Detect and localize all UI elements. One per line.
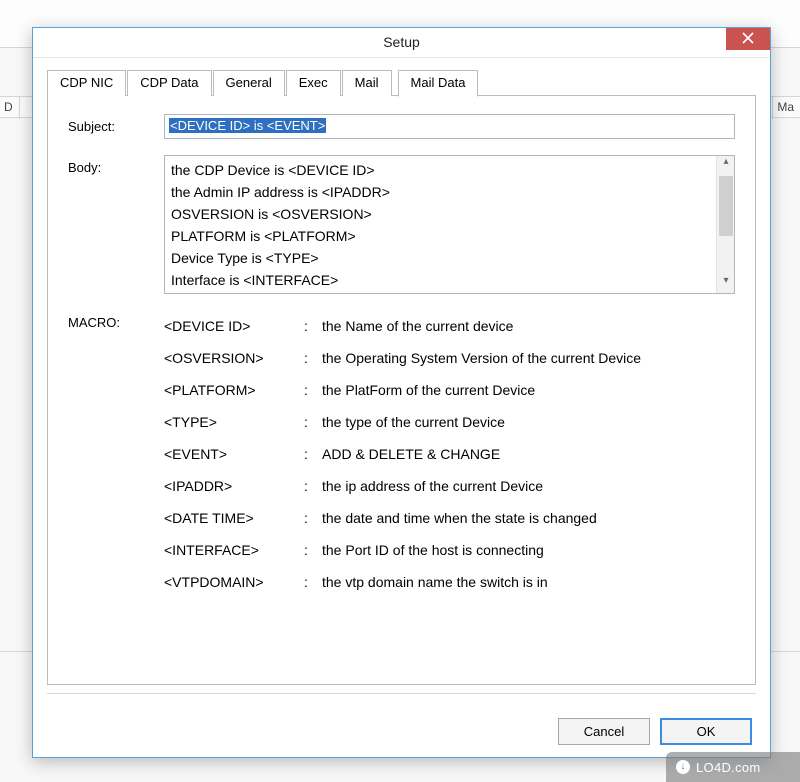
macro-desc: the Port ID of the host is connecting <box>322 534 735 566</box>
macro-item: <EVENT> : ADD & DELETE & CHANGE <box>164 438 735 470</box>
macro-colon: : <box>304 342 322 374</box>
tab-general[interactable]: General <box>213 70 285 96</box>
macro-desc: the PlatForm of the current Device <box>322 374 735 406</box>
main-header-left[interactable]: D <box>0 97 20 119</box>
macro-colon: : <box>304 502 322 534</box>
macro-key: <PLATFORM> <box>164 374 304 406</box>
main-header-right[interactable]: Ma <box>772 97 800 119</box>
macro-row: MACRO: <DEVICE ID> : the Name of the cur… <box>68 310 735 598</box>
macro-key: <OSVERSION> <box>164 342 304 374</box>
body-text: the CDP Device is <DEVICE ID> the Admin … <box>171 159 714 290</box>
macro-desc: ADD & DELETE & CHANGE <box>322 438 735 470</box>
watermark: ↓ LO4D.com <box>666 752 800 782</box>
scroll-down-arrow-icon[interactable]: ▾ <box>717 275 735 293</box>
macro-desc: the ip address of the current Device <box>322 470 735 502</box>
setup-dialog: Setup CDP NIC CDP Data General Exec Mail… <box>32 27 771 758</box>
macro-key: <VTPDOMAIN> <box>164 566 304 598</box>
macro-desc: the Name of the current device <box>322 310 735 342</box>
macro-key: <DATE TIME> <box>164 502 304 534</box>
macro-colon: : <box>304 470 322 502</box>
dialog-separator <box>47 693 756 694</box>
subject-input[interactable]: <DEVICE ID> is <EVENT> <box>164 114 735 139</box>
macro-colon: : <box>304 566 322 598</box>
macro-key: <TYPE> <box>164 406 304 438</box>
dialog-body: CDP NIC CDP Data General Exec Mail Mail … <box>33 58 770 718</box>
tabstrip: CDP NIC CDP Data General Exec Mail Mail … <box>47 70 756 96</box>
scroll-thumb[interactable] <box>719 176 733 236</box>
macro-key: <INTERFACE> <box>164 534 304 566</box>
subject-selected-text: <DEVICE ID> is <EVENT> <box>169 118 326 133</box>
macro-desc: the type of the current Device <box>322 406 735 438</box>
macro-item: <TYPE> : the type of the current Device <box>164 406 735 438</box>
tab-cdp-data[interactable]: CDP Data <box>127 70 211 96</box>
macro-table: <DEVICE ID> : the Name of the current de… <box>164 310 735 598</box>
macro-colon: : <box>304 438 322 470</box>
macro-item: <IPADDR> : the ip address of the current… <box>164 470 735 502</box>
macro-key: <EVENT> <box>164 438 304 470</box>
cancel-button[interactable]: Cancel <box>558 718 650 745</box>
macro-item: <PLATFORM> : the PlatForm of the current… <box>164 374 735 406</box>
body-scrollbar[interactable]: ▴ ▾ <box>716 156 734 293</box>
dialog-footer: Cancel OK <box>558 718 752 745</box>
macro-item: <VTPDOMAIN> : the vtp domain name the sw… <box>164 566 735 598</box>
macro-key: <IPADDR> <box>164 470 304 502</box>
tab-panel-mail-data: Subject: <DEVICE ID> is <EVENT> Body: th… <box>47 95 756 685</box>
tab-exec[interactable]: Exec <box>286 70 341 96</box>
close-icon <box>742 32 754 44</box>
subject-label: Subject: <box>68 114 164 134</box>
scroll-up-arrow-icon[interactable]: ▴ <box>717 156 735 174</box>
macro-desc: the vtp domain name the switch is in <box>322 566 735 598</box>
subject-row: Subject: <DEVICE ID> is <EVENT> <box>68 114 735 139</box>
macro-item: <DEVICE ID> : the Name of the current de… <box>164 310 735 342</box>
macro-colon: : <box>304 406 322 438</box>
body-label: Body: <box>68 155 164 175</box>
macro-item: <OSVERSION> : the Operating System Versi… <box>164 342 735 374</box>
body-row: Body: the CDP Device is <DEVICE ID> the … <box>68 155 735 294</box>
close-button[interactable] <box>726 28 770 50</box>
ok-button[interactable]: OK <box>660 718 752 745</box>
macro-item: <DATE TIME> : the date and time when the… <box>164 502 735 534</box>
watermark-icon: ↓ <box>676 760 690 774</box>
tab-mail[interactable]: Mail <box>342 70 392 96</box>
dialog-title: Setup <box>383 28 420 50</box>
tab-mail-data[interactable]: Mail Data <box>398 70 479 97</box>
macro-colon: : <box>304 534 322 566</box>
macro-desc: the date and time when the state is chan… <box>322 502 735 534</box>
tab-cdp-nic[interactable]: CDP NIC <box>47 70 126 96</box>
dialog-titlebar[interactable]: Setup <box>33 28 770 58</box>
macro-label: MACRO: <box>68 310 164 330</box>
macro-key: <DEVICE ID> <box>164 310 304 342</box>
macro-colon: : <box>304 374 322 406</box>
macro-colon: : <box>304 310 322 342</box>
macro-item: <INTERFACE> : the Port ID of the host is… <box>164 534 735 566</box>
watermark-text: LO4D.com <box>696 760 761 775</box>
body-textarea[interactable]: the CDP Device is <DEVICE ID> the Admin … <box>164 155 735 294</box>
macro-desc: the Operating System Version of the curr… <box>322 342 735 374</box>
